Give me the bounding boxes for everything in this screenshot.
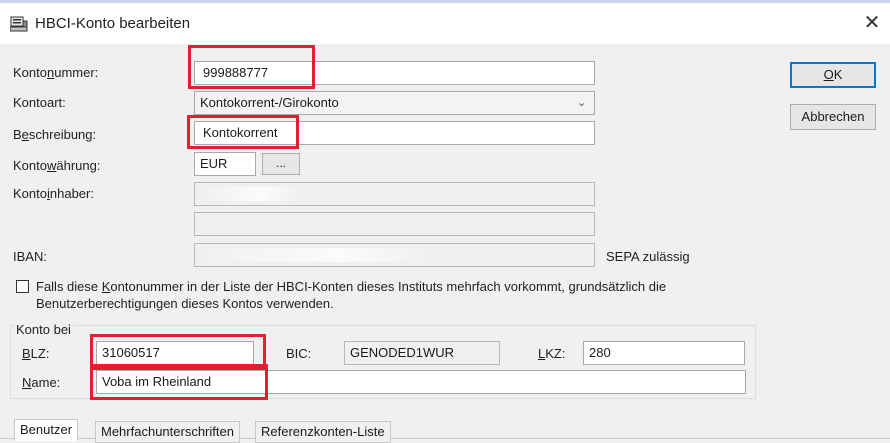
- chevron-down-icon: ⌄: [577, 97, 587, 109]
- window-title: HBCI-Konto bearbeiten: [35, 15, 191, 32]
- bic-label: BIC:: [286, 346, 312, 361]
- title-bar: HBCI-Konto bearbeiten ✕: [0, 0, 890, 44]
- lkz-field[interactable]: 280: [583, 341, 745, 365]
- tab-benutzer[interactable]: Benutzer: [14, 419, 79, 441]
- title-bar-accent: [0, 0, 890, 3]
- ok-button[interactable]: OK: [790, 62, 876, 88]
- kontoinhaber-field-1[interactable]: [194, 182, 595, 206]
- redacted-area: [201, 187, 301, 201]
- kontoart-select[interactable]: Kontokorrent-/Girokonto ⌄: [194, 91, 595, 115]
- bank-icon: [9, 16, 28, 32]
- kontoinhaber-label: Kontoinhaber:: [13, 186, 94, 201]
- waehrung-field[interactable]: EUR: [194, 152, 256, 176]
- cancel-button[interactable]: Abbrechen: [790, 104, 876, 130]
- close-icon[interactable]: ✕: [860, 12, 884, 34]
- kontonummer-label: Kontonummer:: [13, 65, 99, 80]
- waehrung-picker-button[interactable]: ...: [262, 153, 300, 175]
- lkz-label: LKZ:: [538, 346, 566, 361]
- mehrfach-checkbox-label: Falls diese Kontonummer in der Liste der…: [36, 279, 667, 311]
- kontoart-label: Kontoart:: [13, 95, 66, 110]
- beschreibung-label: Beschreibung:: [13, 127, 97, 142]
- beschreibung-field[interactable]: Kontokorrent: [194, 121, 595, 145]
- kontowaehrung-label: Kontowährung:: [13, 158, 101, 173]
- tab-referenzkonten-liste[interactable]: Referenzkonten-Liste: [255, 421, 391, 443]
- iban-field[interactable]: [194, 243, 595, 267]
- blz-field[interactable]: 31060517: [96, 341, 254, 365]
- tab-mehrfachunterschriften[interactable]: Mehrfachunterschriften: [95, 421, 240, 443]
- name-label: Name:: [22, 375, 61, 390]
- kontoinhaber-field-2[interactable]: [194, 212, 595, 236]
- konto-bei-title: Konto bei: [14, 322, 73, 337]
- iban-label: IBAN:: [13, 249, 47, 264]
- blz-label: BLZ:: [22, 346, 50, 361]
- name-field[interactable]: Voba im Rheinland: [96, 370, 746, 394]
- sepa-status: SEPA zulässig: [606, 249, 690, 264]
- mehrfach-checkbox[interactable]: [16, 280, 29, 293]
- kontonummer-field[interactable]: 999888777: [194, 61, 595, 85]
- redacted-area: [201, 248, 431, 262]
- bic-field[interactable]: GENODED1WUR: [344, 341, 500, 365]
